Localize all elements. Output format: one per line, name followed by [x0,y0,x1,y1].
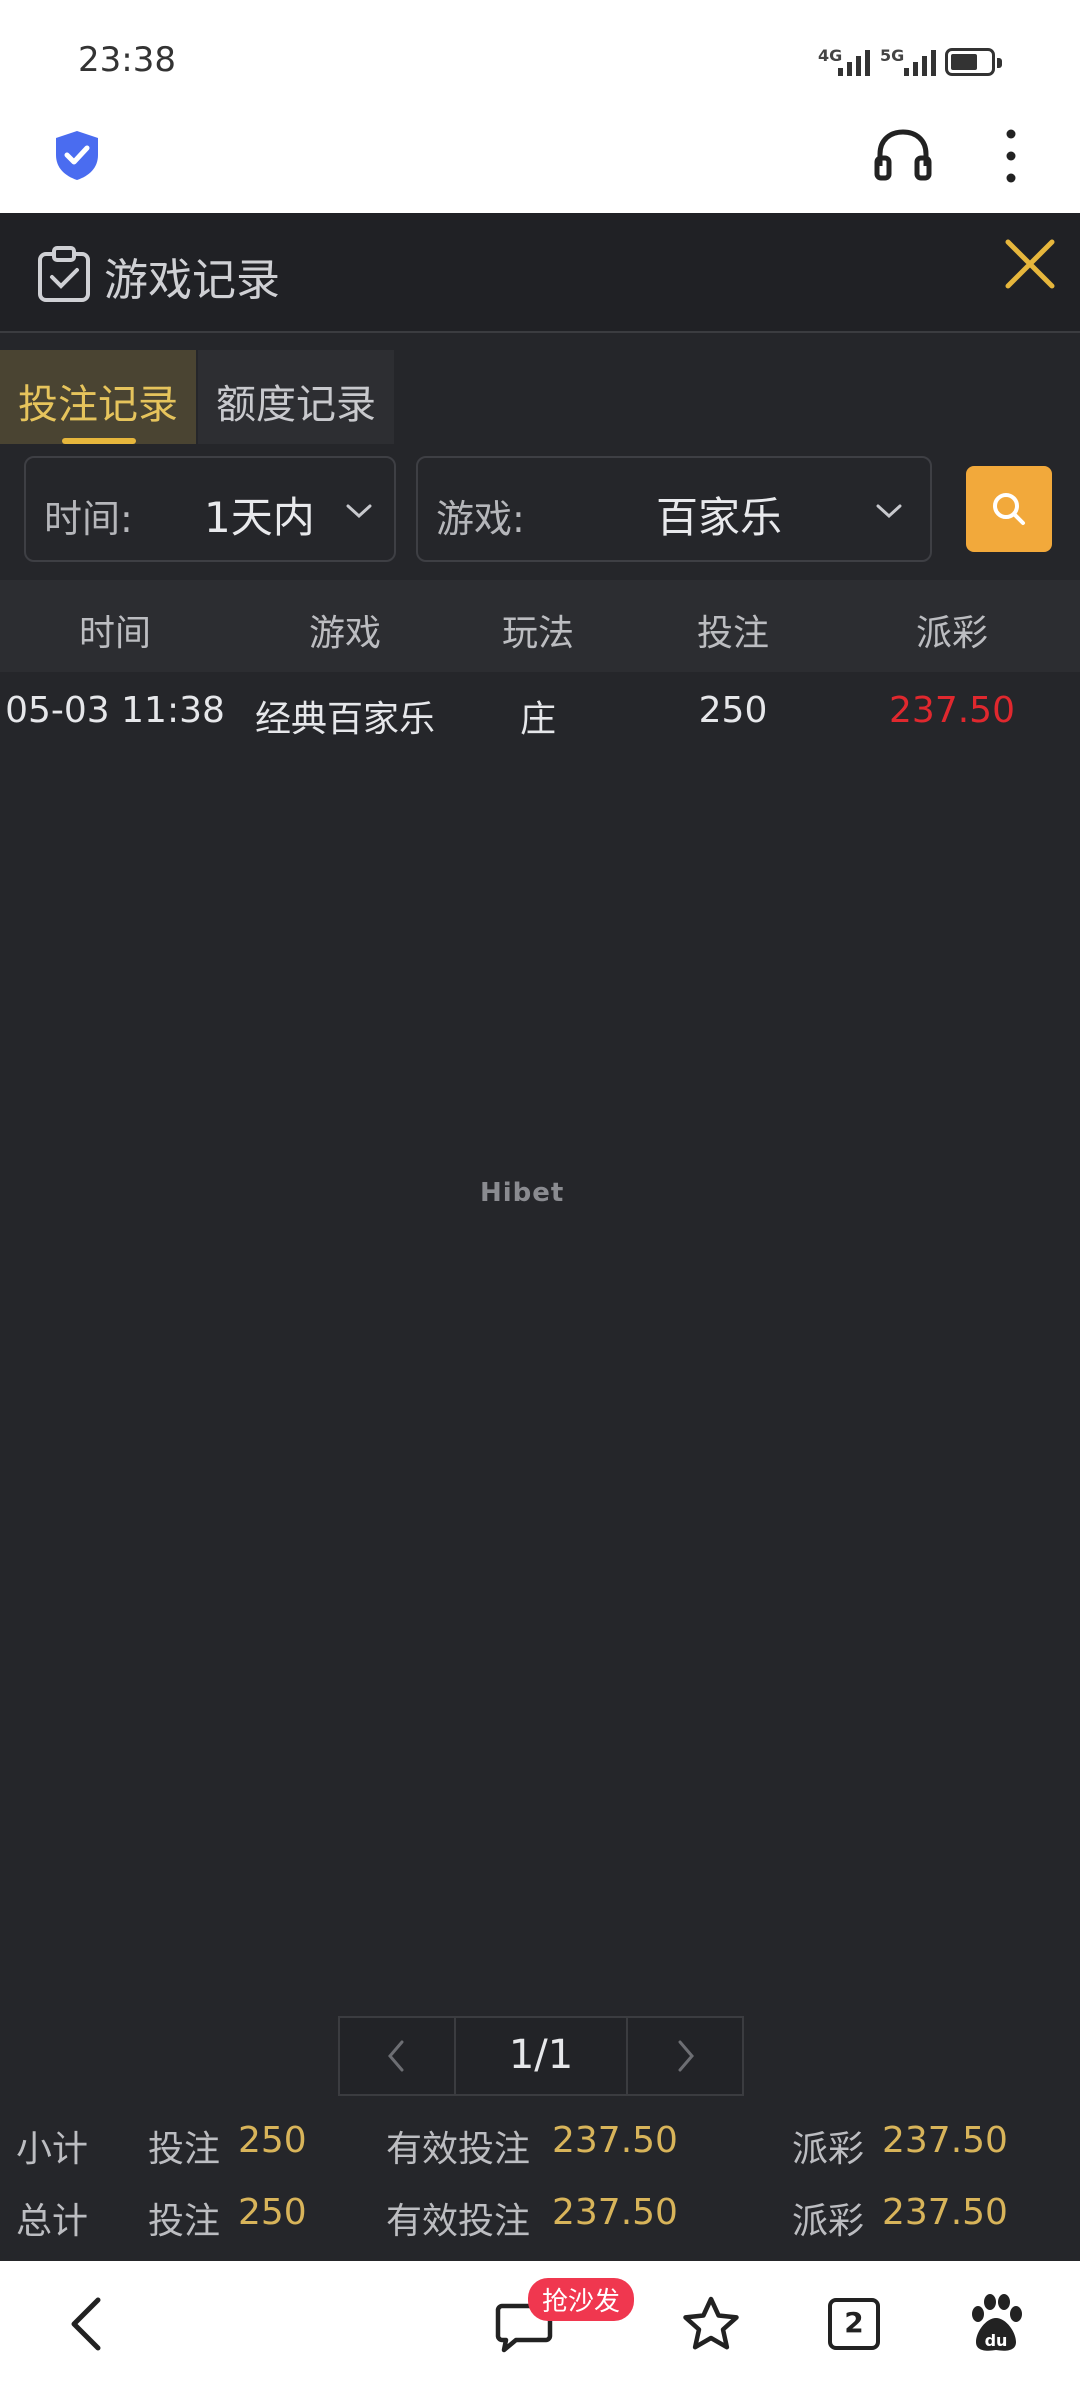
more-vertical-icon[interactable] [996,128,1026,184]
chevron-down-icon [346,504,372,519]
cell-payout: 237.50 [889,690,1015,731]
subtotal-valid-label: 有效投注 [386,2129,531,2170]
column-header-payout: 派彩 [915,613,989,654]
signal-icon [904,50,936,76]
subtotal-bet-value: 250 [238,2120,307,2161]
clipboard-check-icon [38,246,90,302]
back-arrow-icon[interactable] [66,2294,106,2354]
subtotal-payout-value: 237.50 [882,2120,1008,2161]
tab-bet-records[interactable]: 投注记录 [0,350,196,444]
total-valid-value: 237.50 [552,2192,678,2233]
chevron-down-icon [876,504,902,519]
total-label: 总计 [16,2201,89,2242]
column-header-time: 时间 [78,613,152,654]
column-header-play: 玩法 [501,613,575,654]
total-payout-label: 派彩 [792,2201,865,2242]
game-filter-label: 游戏: [436,497,525,541]
subtotal-bet-label: 投注 [148,2129,221,2170]
time-range-select[interactable]: 时间: 1天内 [24,456,396,562]
game-select[interactable]: 游戏: 百家乐 [416,456,932,562]
comment-badge: 抢沙发 [528,2278,635,2321]
column-header-bet: 投注 [696,613,770,654]
status-time: 23:38 [78,40,176,80]
table-row: 05-03 11:38 经典百家乐 庄 250 237.50 [0,672,1080,752]
game-filter-value: 百家乐 [656,493,783,542]
total-payout-value: 237.50 [882,2192,1008,2233]
subtotal-valid-value: 237.50 [552,2120,678,2161]
paw-icon[interactable]: du [964,2292,1028,2356]
shield-check-icon[interactable] [52,128,102,182]
chevron-left-icon [388,2040,404,2072]
search-icon [993,493,1025,525]
tab-quota-records[interactable]: 额度记录 [198,350,394,444]
search-button[interactable] [966,466,1052,552]
star-icon[interactable] [680,2294,742,2354]
cell-bet: 250 [698,690,768,731]
page-indicator: 1/1 [508,2032,574,2078]
subtotal-label: 小计 [16,2129,89,2170]
table-header: 时间 游戏 玩法 投注 派彩 [0,580,1080,672]
chevron-right-icon [678,2040,694,2072]
signal-icon [838,50,870,76]
close-icon[interactable] [998,232,1062,296]
headphones-icon[interactable] [872,126,934,182]
panel-title: 游戏记录 [104,255,280,306]
prev-page-button[interactable] [338,2016,456,2096]
active-tab-indicator [62,438,136,444]
watermark-logo: Hibet [480,1178,565,1208]
svg-text:du: du [985,2331,1008,2350]
total-bet-label: 投注 [148,2201,221,2242]
subtotal-row: 小计 投注 250 有效投注 237.50 派彩 237.50 [0,2108,1080,2188]
total-bet-value: 250 [238,2192,307,2233]
cell-game: 经典百家乐 [254,699,436,740]
network-5g-label: 5G [880,46,905,65]
tab-count-button[interactable]: 2 [828,2298,880,2350]
time-filter-value: 1天内 [204,493,315,542]
subtotal-payout-label: 派彩 [792,2129,865,2170]
time-filter-label: 时间: [44,497,133,541]
next-page-button[interactable] [626,2016,746,2096]
battery-icon [945,48,1002,76]
cell-play: 庄 [519,699,557,740]
tab-label: 额度记录 [216,382,376,428]
total-valid-label: 有效投注 [386,2201,531,2242]
column-header-game: 游戏 [308,613,382,654]
cell-time: 05-03 11:38 [5,690,225,731]
total-row: 总计 投注 250 有效投注 237.50 派彩 237.50 [0,2180,1080,2260]
tab-label: 投注记录 [18,382,178,428]
